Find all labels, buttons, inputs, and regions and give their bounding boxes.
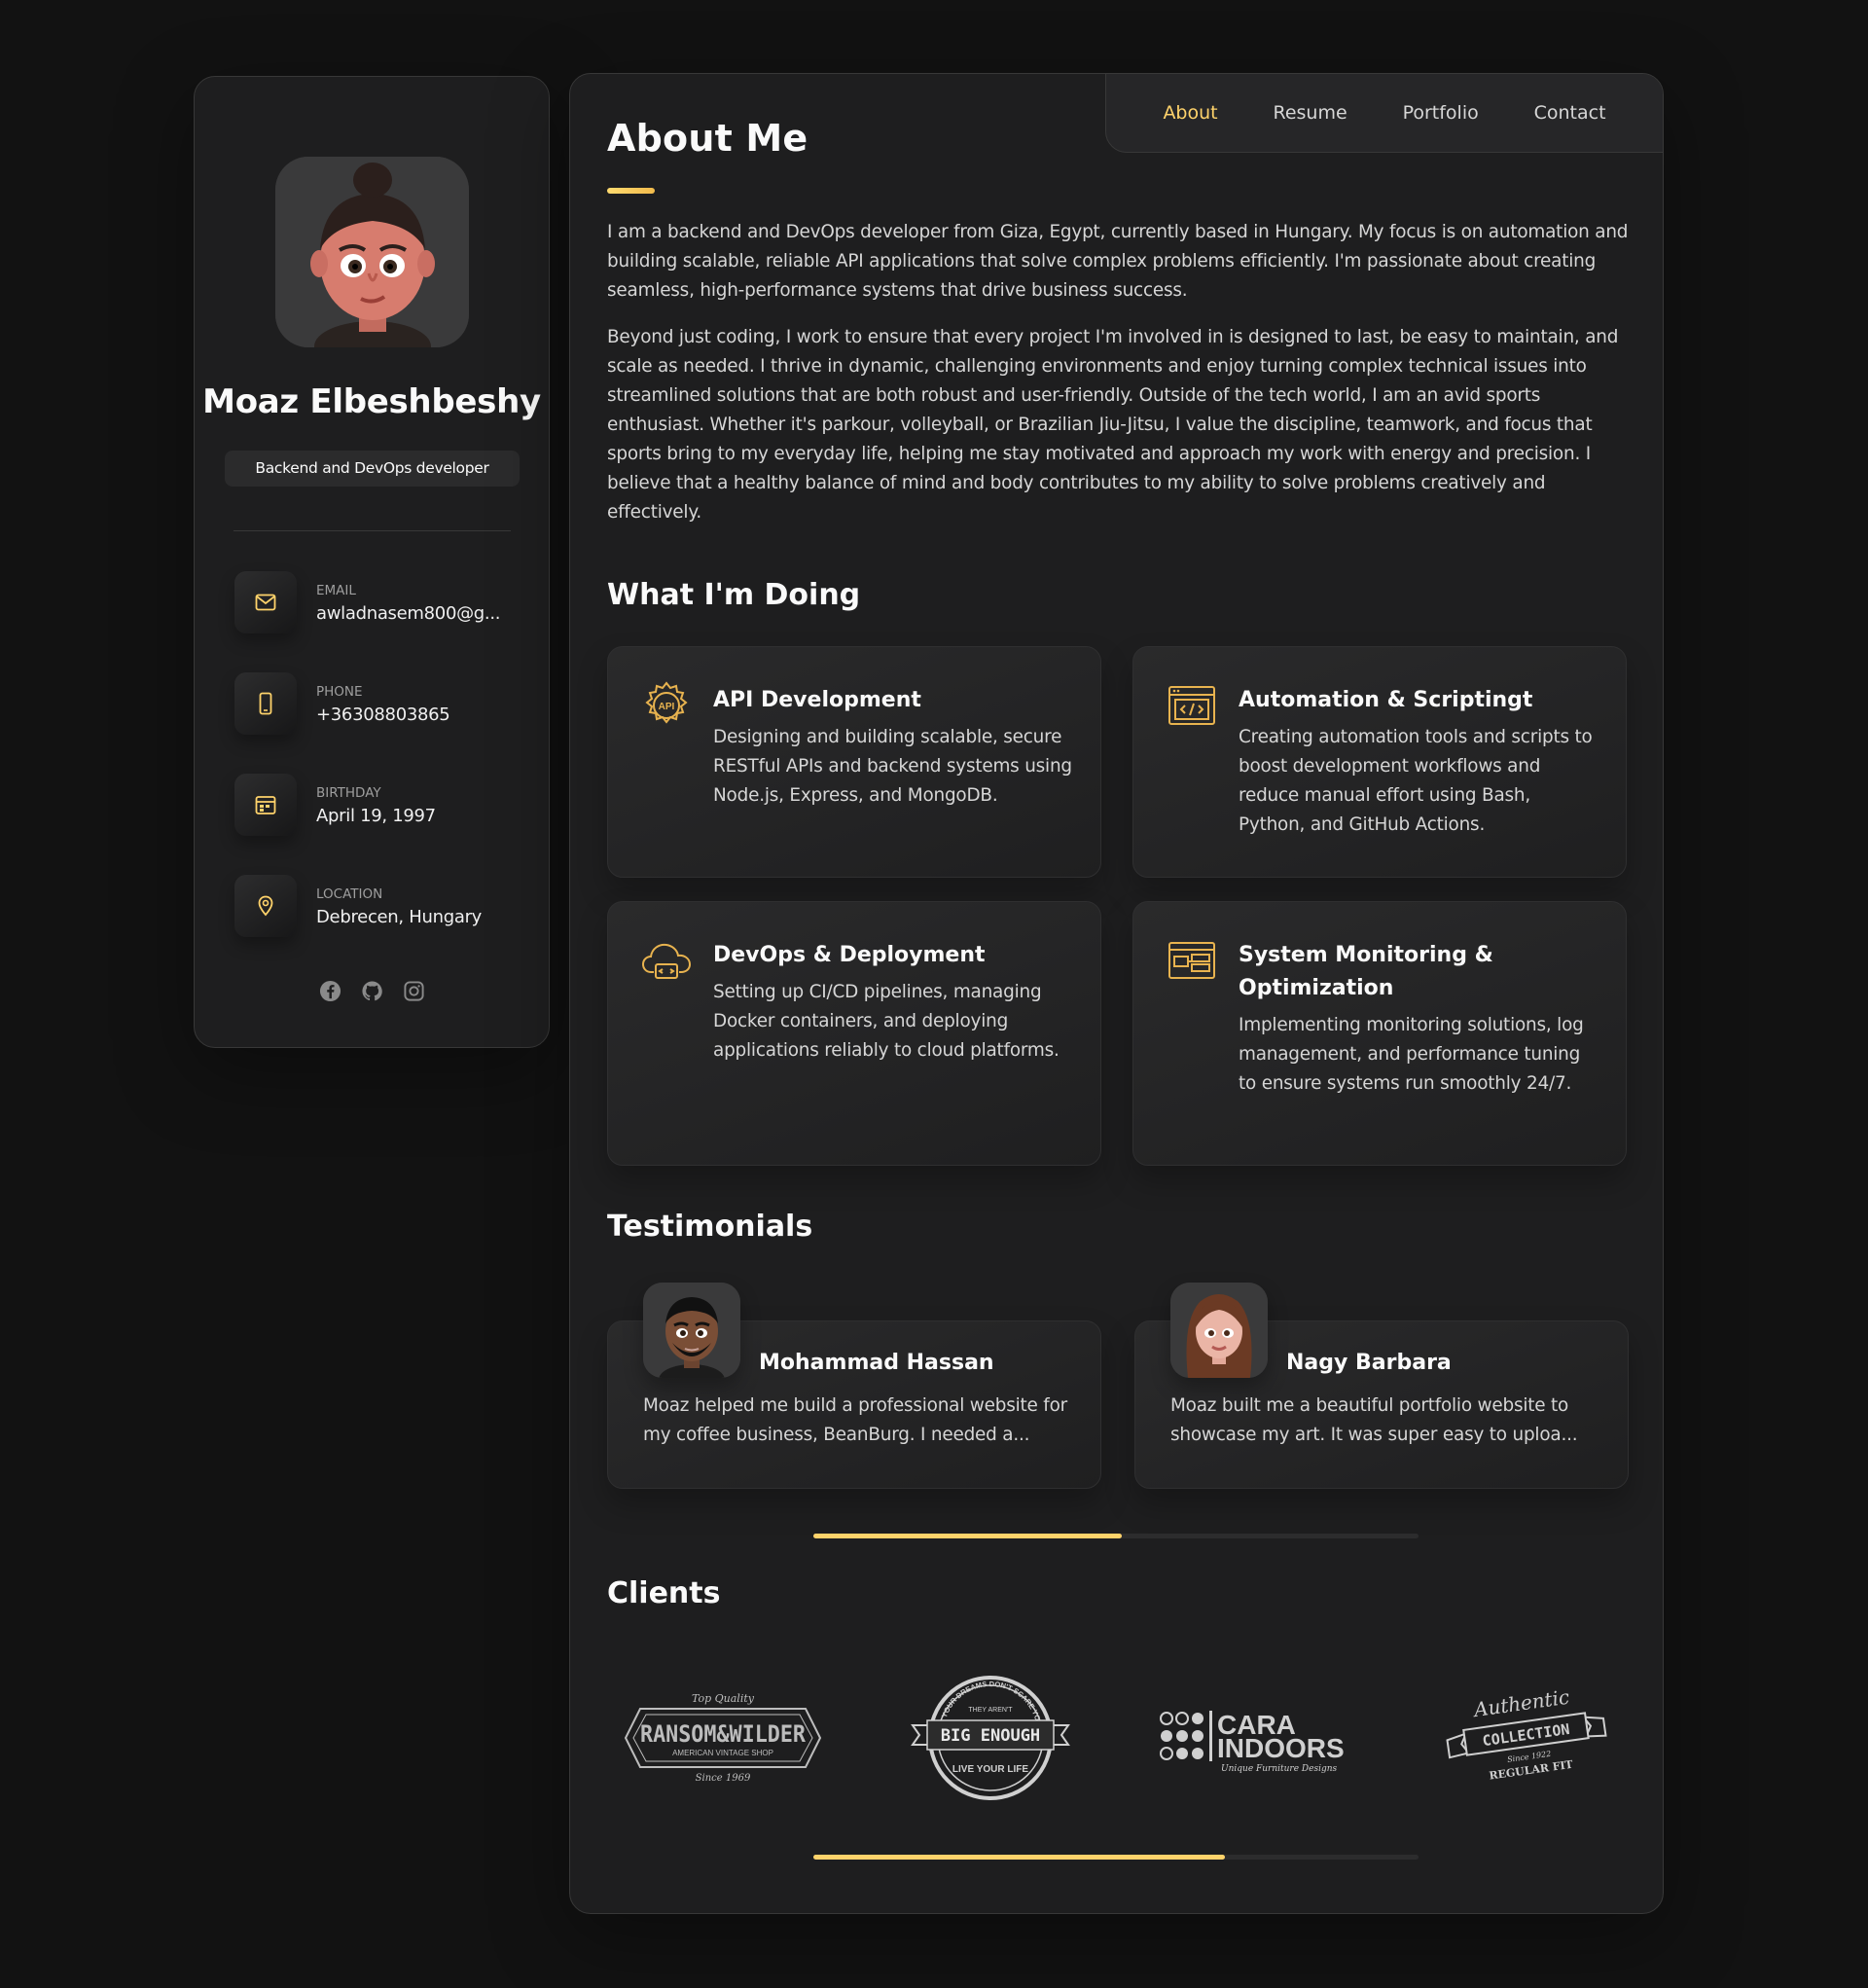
about-paragraph: Beyond just coding, I work to ensure tha…	[607, 327, 1619, 523]
testimonial-card[interactable]: Mohammad Hassan Moaz helped me build a p…	[607, 1283, 1101, 1489]
ransom-wilder-logo[interactable]: Top Quality RANSOM&WILDER AMERICAN VINTA…	[621, 1675, 825, 1801]
contact-label: Birthday	[316, 785, 381, 801]
service-title: API Development	[713, 688, 921, 712]
mail-icon	[234, 571, 297, 633]
svg-text:INDOORS: INDOORS	[1217, 1733, 1345, 1763]
svg-text:REGULAR FIT: REGULAR FIT	[1489, 1758, 1575, 1783]
contact-phone: Phone +36308803865	[234, 672, 517, 735]
svg-text:RANSOM&WILDER: RANSOM&WILDER	[640, 1720, 806, 1748]
contact-label: Phone	[316, 684, 363, 700]
svg-text:BIG ENOUGH: BIG ENOUGH	[941, 1726, 1040, 1746]
testimonial-text: Moaz helped me build a professional webs…	[643, 1395, 1067, 1445]
navbar: About Resume Portfolio Contact	[1105, 74, 1663, 153]
nav-portfolio[interactable]: Portfolio	[1403, 102, 1479, 124]
service-card: System Monitoring & Optimization Impleme…	[1132, 901, 1627, 1166]
svg-text:Top Quality: Top Quality	[692, 1692, 755, 1705]
cloud-code-icon	[641, 935, 692, 986]
service-card: DevOps & Deployment Setting up CI/CD pip…	[607, 901, 1101, 1166]
nav-contact[interactable]: Contact	[1534, 102, 1606, 124]
svg-text:Since 1969: Since 1969	[696, 1773, 751, 1784]
profile-name: Moaz Elbeshbeshy	[202, 382, 541, 421]
cara-indoors-logo[interactable]: CARA INDOORS Unique Furniture Designs	[1157, 1675, 1361, 1801]
testimonial-avatar	[643, 1283, 740, 1378]
svg-text:THEY AREN'T: THEY AREN'T	[969, 1707, 1014, 1714]
contact-label: Location	[316, 886, 383, 902]
phone-link[interactable]: +36308803865	[316, 705, 511, 725]
sidebar-divider	[234, 530, 511, 531]
nav-about[interactable]: About	[1163, 102, 1217, 124]
contact-email: Email awladnasem800@g...	[234, 571, 517, 633]
github-icon[interactable]	[361, 980, 383, 1002]
contact-location: Location Debrecen, Hungary	[234, 875, 517, 937]
svg-text:LIVE YOUR LIFE: LIVE YOUR LIFE	[952, 1764, 1028, 1775]
svg-text:Unique Furniture Designs: Unique Furniture Designs	[1221, 1764, 1338, 1774]
service-text: Implementing monitoring solutions, log m…	[1239, 1015, 1584, 1094]
location-pin-icon	[234, 875, 297, 937]
clients-list: Top Quality RANSOM&WILDER AMERICAN VINTA…	[607, 1670, 1619, 1806]
service-text: Creating automation tools and scripts to…	[1239, 727, 1593, 835]
profile-avatar	[275, 157, 469, 347]
service-title: DevOps & Deployment	[713, 943, 986, 967]
testimonial-name: Mohammad Hassan	[759, 1351, 994, 1375]
svg-text:IF YOUR DREAMS DON'T SCARE YOU: IF YOUR DREAMS DON'T SCARE YOU	[938, 1680, 1044, 1727]
testimonial-card[interactable]: Nagy Barbara Moaz built me a beautiful p…	[1134, 1283, 1629, 1489]
code-window-icon	[1167, 680, 1217, 731]
sidebar: Moaz Elbeshbeshy Backend and DevOps deve…	[194, 76, 550, 1048]
location-value: Debrecen, Hungary	[316, 907, 483, 927]
service-card: API API Development Designing and buildi…	[607, 646, 1101, 878]
page-title: About Me	[607, 117, 808, 160]
service-text: Setting up CI/CD pipelines, managing Doc…	[713, 982, 1060, 1061]
profile-title-badge: Backend and DevOps developer	[225, 451, 520, 487]
big-enough-logo[interactable]: IF YOUR DREAMS DON'T SCARE YOU THEY AREN…	[908, 1675, 1073, 1801]
testimonials-heading: Testimonials	[607, 1210, 813, 1244]
service-title: Automation & Scriptingt	[1239, 688, 1533, 712]
facebook-icon[interactable]	[319, 980, 341, 1002]
calendar-icon	[234, 774, 297, 836]
about-paragraph: I am a backend and DevOps developer from…	[607, 222, 1629, 301]
services-heading: What I'm Doing	[607, 578, 861, 612]
service-title: System Monitoring & Optimization	[1239, 943, 1493, 1000]
authentic-collection-logo[interactable]: Authentic COLLECTION Since 1922 REGULAR …	[1444, 1675, 1609, 1801]
testimonial-name: Nagy Barbara	[1286, 1351, 1452, 1375]
clients-heading: Clients	[607, 1576, 721, 1610]
phone-icon	[234, 672, 297, 735]
nav-resume[interactable]: Resume	[1274, 102, 1347, 124]
monitor-window-icon	[1167, 935, 1217, 986]
clients-scrollbar-thumb[interactable]	[813, 1855, 1225, 1860]
clients-scrollbar[interactable]	[813, 1855, 1419, 1860]
contact-label: Email	[316, 583, 356, 598]
service-text: Designing and building scalable, secure …	[713, 727, 1072, 806]
main-content: About Resume Portfolio Contact About Me …	[569, 73, 1664, 1914]
testimonial-avatar	[1170, 1283, 1268, 1378]
birthday-value: April 19, 1997	[316, 806, 436, 826]
title-underline	[607, 188, 655, 194]
email-link[interactable]: awladnasem800@g...	[316, 603, 511, 624]
service-card: Automation & Scriptingt Creating automat…	[1132, 646, 1627, 878]
testimonials-scrollbar[interactable]	[813, 1534, 1419, 1538]
svg-text:API: API	[659, 702, 675, 712]
contact-birthday: Birthday April 19, 1997	[234, 774, 517, 836]
instagram-icon[interactable]	[403, 980, 425, 1002]
testimonial-text: Moaz built me a beautiful portfolio webs…	[1170, 1395, 1578, 1445]
svg-text:AMERICAN VINTAGE SHOP: AMERICAN VINTAGE SHOP	[672, 1749, 773, 1757]
social-links	[195, 980, 549, 1002]
testimonials-scrollbar-thumb[interactable]	[813, 1534, 1123, 1538]
api-gear-icon: API	[641, 680, 692, 731]
